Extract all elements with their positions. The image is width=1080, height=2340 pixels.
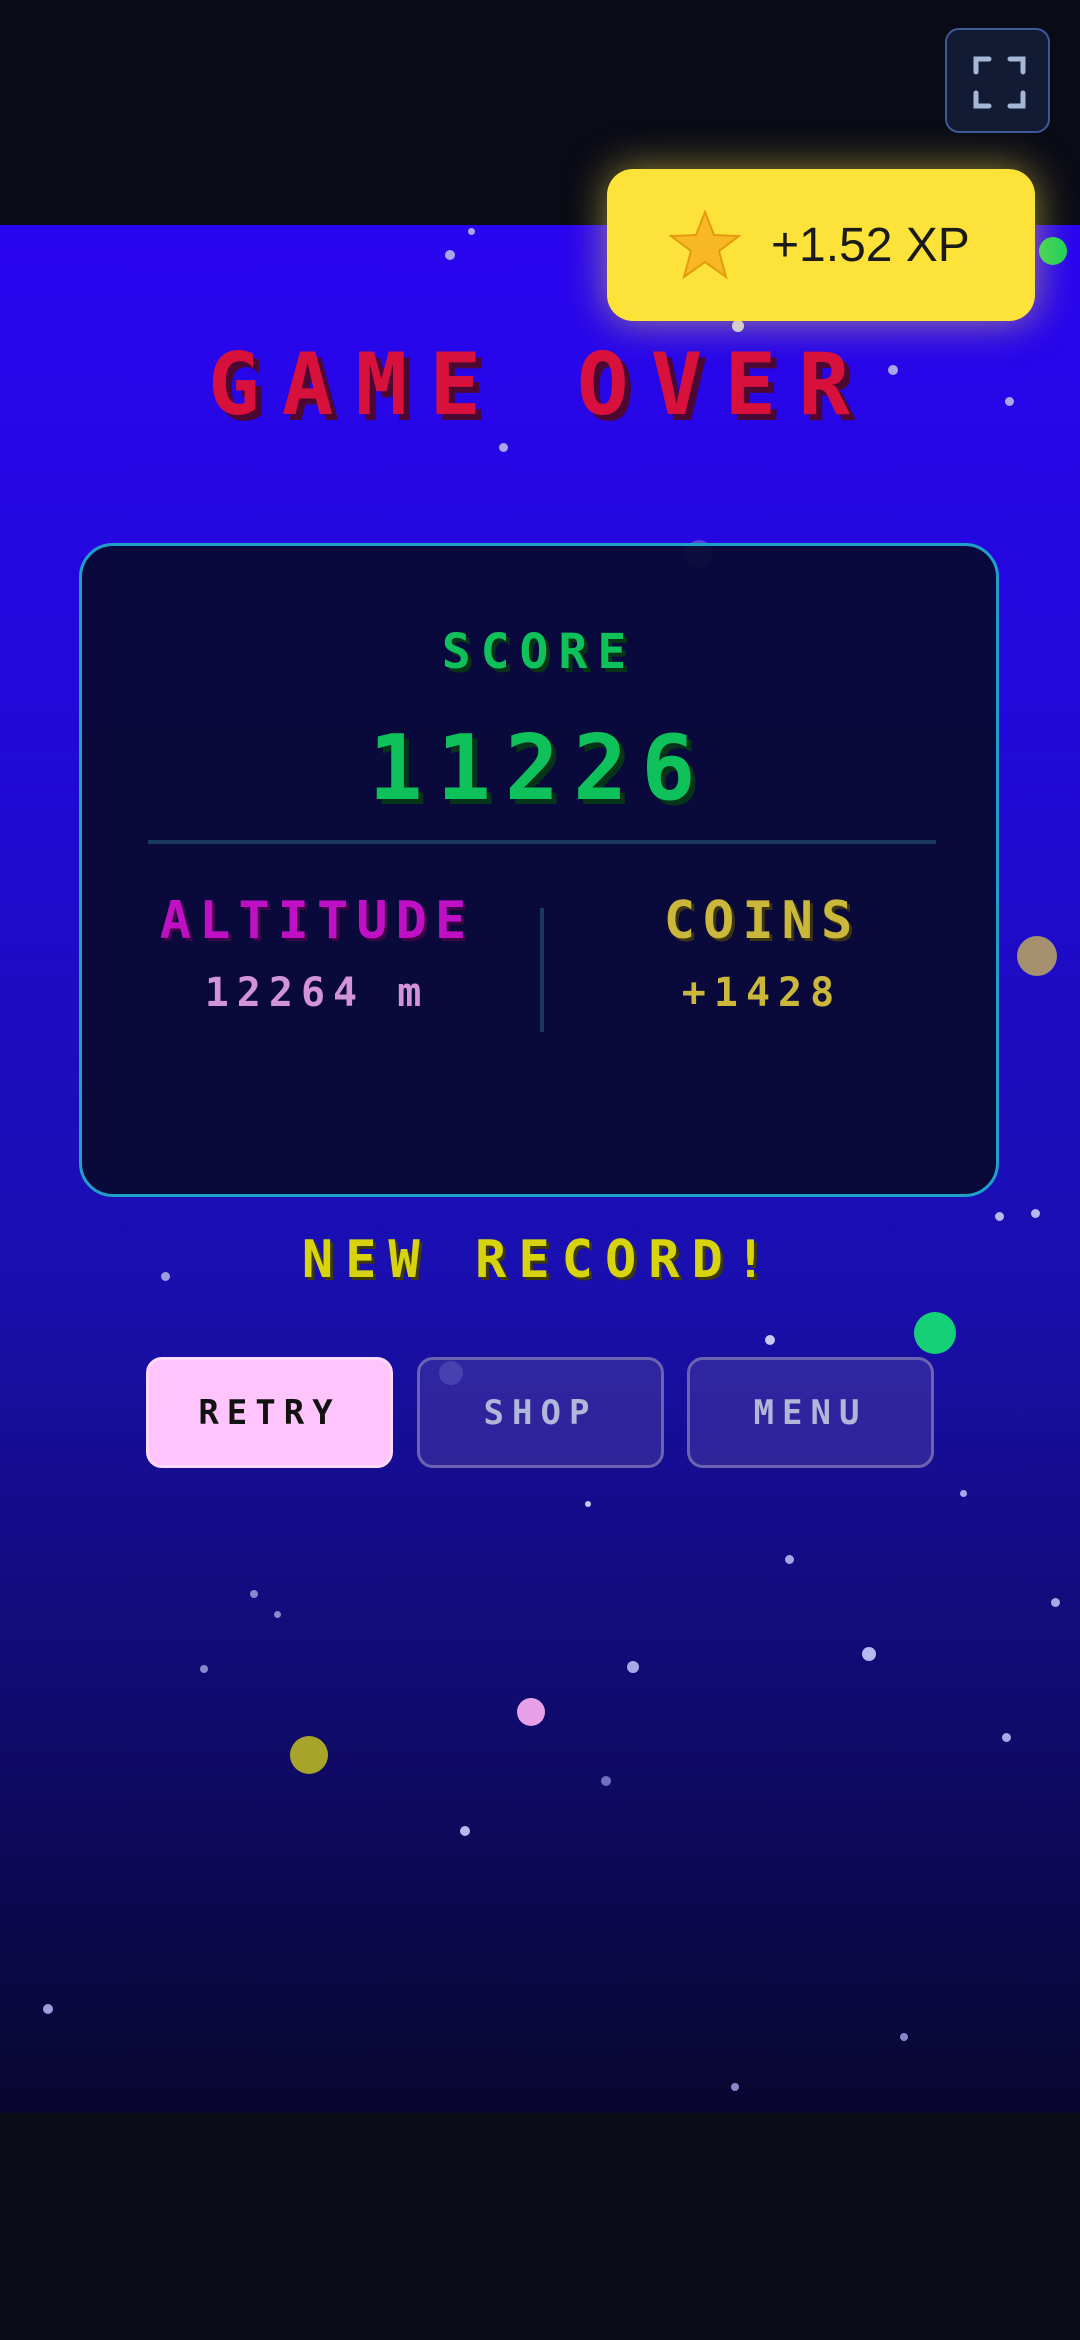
star-particle xyxy=(460,1826,470,1836)
star-particle xyxy=(601,1776,611,1786)
star-particle xyxy=(250,1590,258,1598)
new-record-banner: NEW RECORD! xyxy=(301,1230,779,1290)
star-particle xyxy=(862,1647,876,1661)
shop-button[interactable]: SHOP xyxy=(417,1357,664,1468)
retry-button[interactable]: RETRY xyxy=(146,1357,393,1468)
star-particle xyxy=(445,250,455,260)
coins-label: COINS xyxy=(663,891,861,951)
star-particle xyxy=(995,1212,1004,1221)
fullscreen-icon xyxy=(973,56,1026,109)
star-particle xyxy=(43,2004,53,2014)
star-particle xyxy=(200,1665,208,1673)
star-particle xyxy=(900,2033,908,2041)
score-label: SCORE xyxy=(441,624,637,680)
xp-toast: +1.52 XP xyxy=(607,169,1035,321)
star-particle xyxy=(585,1501,591,1507)
star-icon xyxy=(669,209,741,280)
star-particle xyxy=(1002,1733,1011,1742)
star-particle xyxy=(765,1335,775,1345)
score-value: 11226 xyxy=(368,716,710,821)
star-particle xyxy=(517,1698,545,1726)
altitude-label: ALTITUDE xyxy=(159,891,475,951)
coins-value: +1428 xyxy=(681,970,843,1016)
coin-particle xyxy=(1017,936,1057,976)
panel-divider xyxy=(148,840,936,844)
results-panel: SCORE 11226 ALTITUDE 12264 m COINS +1428 xyxy=(79,543,999,1197)
star-particle xyxy=(732,320,744,332)
bottom-bar xyxy=(0,2113,1080,2340)
coin-particle xyxy=(290,1736,328,1774)
game-over-title: GAME OVER xyxy=(208,335,872,435)
status-dot xyxy=(1039,237,1067,265)
star-particle xyxy=(731,2083,739,2091)
star-particle xyxy=(1051,1598,1060,1607)
star-particle xyxy=(1031,1209,1040,1218)
stats-divider xyxy=(540,908,544,1032)
star-particle xyxy=(468,228,475,235)
fullscreen-button[interactable] xyxy=(945,28,1050,133)
gem-particle xyxy=(914,1312,956,1354)
menu-button[interactable]: MENU xyxy=(687,1357,934,1468)
star-particle xyxy=(785,1555,794,1564)
star-particle xyxy=(499,443,508,452)
star-particle xyxy=(274,1611,281,1618)
star-particle xyxy=(627,1661,639,1673)
altitude-value: 12264 m xyxy=(204,970,430,1016)
star-particle xyxy=(960,1490,967,1497)
xp-gain-text: +1.52 XP xyxy=(771,218,970,272)
